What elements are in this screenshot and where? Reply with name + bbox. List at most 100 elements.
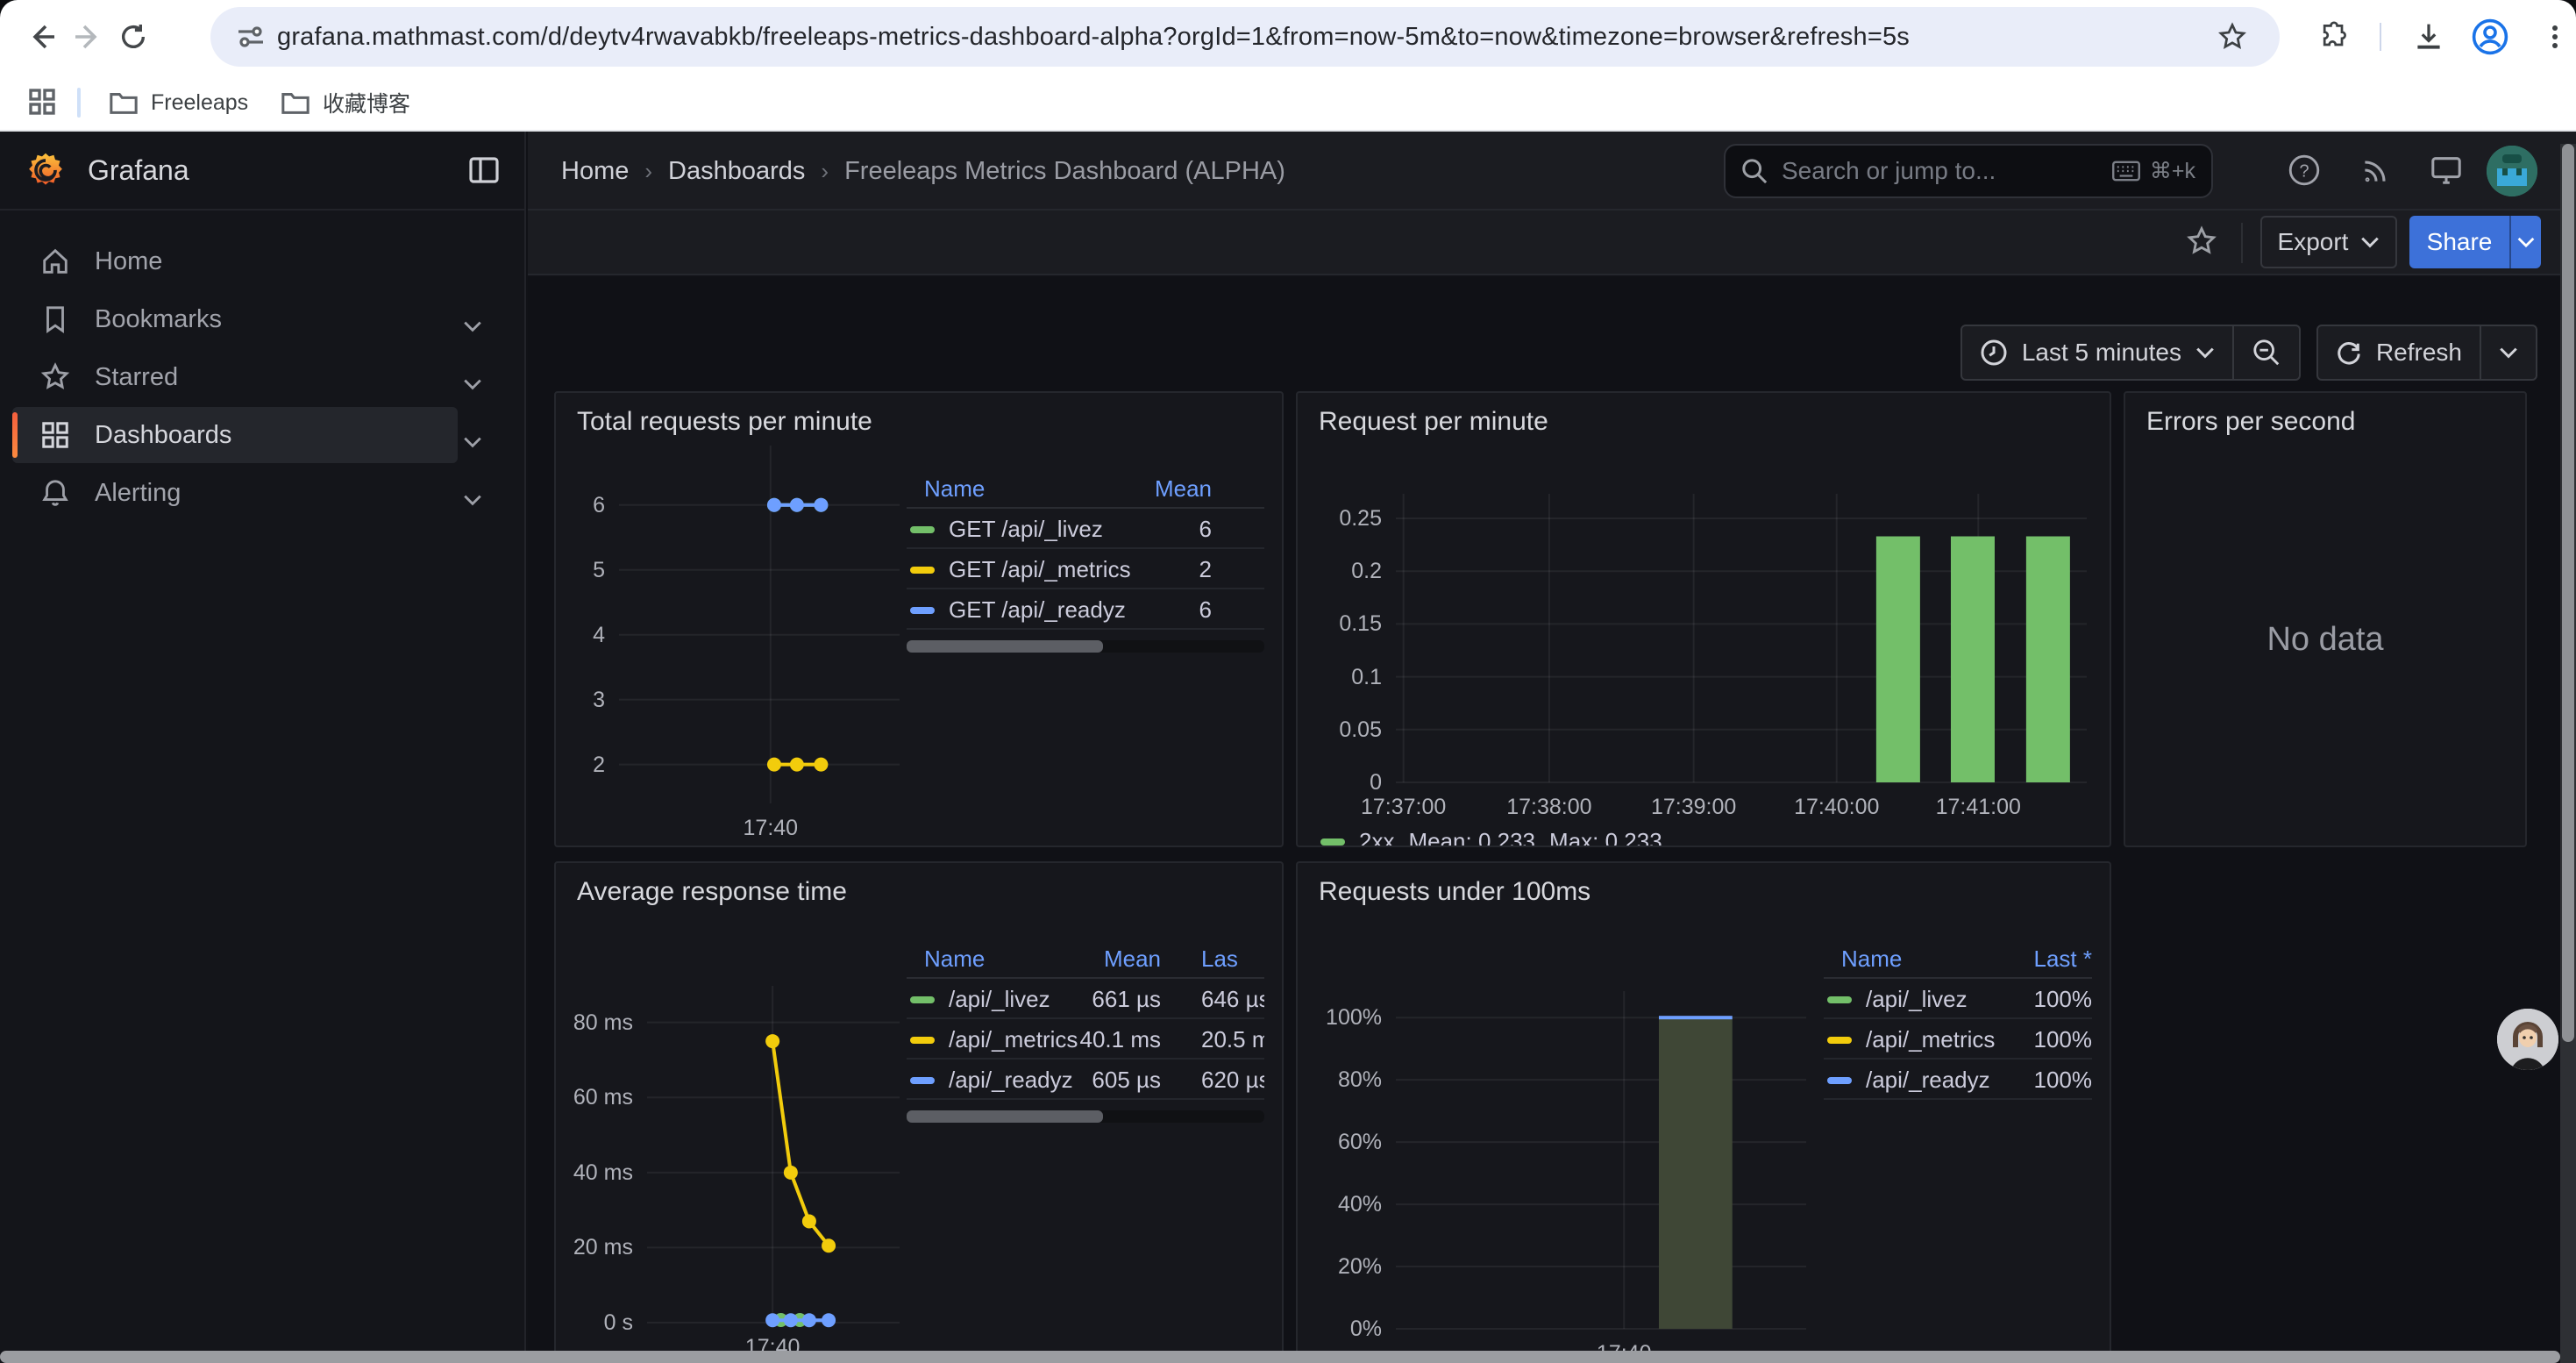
y-axis-tick-label: 2 xyxy=(556,753,605,778)
y-axis-tick-label: 0.25 xyxy=(1298,506,1382,532)
chart-plot-area[interactable] xyxy=(647,1000,900,1323)
sidebar-item-home[interactable]: Home xyxy=(12,233,458,289)
legend-scrollbar-thumb[interactable] xyxy=(907,640,1103,653)
chart-plot-area[interactable] xyxy=(1396,1005,1806,1329)
legend-row[interactable]: /api/_livez100% xyxy=(1824,979,2092,1019)
legend-row[interactable]: /api/_readyz100% xyxy=(1824,1060,2092,1100)
time-picker-group: Last 5 minutes xyxy=(1960,325,2301,381)
panel-title[interactable]: Errors per second xyxy=(2146,407,2355,437)
help-icon[interactable]: ? xyxy=(2287,153,2322,188)
download-icon[interactable] xyxy=(2408,16,2450,58)
profile-icon[interactable] xyxy=(2469,16,2511,58)
sidebar-item-alerting[interactable]: Alerting xyxy=(12,465,458,521)
legend-row[interactable]: /api/_readyz605 µs620 µs xyxy=(907,1060,1264,1100)
user-avatar[interactable] xyxy=(2487,146,2537,196)
legend-series-name: /api/_livez xyxy=(1866,986,1968,1013)
back-icon[interactable] xyxy=(21,16,63,58)
address-bar[interactable]: grafana.mathmast.com/d/deytv4rwavabkb/fr… xyxy=(210,7,2280,67)
chevron-down-icon xyxy=(2499,346,2518,359)
horizontal-scrollbar[interactable] xyxy=(0,1351,2560,1363)
chart-plot-area[interactable] xyxy=(619,460,900,803)
legend-row[interactable]: GET /api/_livez6 xyxy=(907,509,1264,549)
extensions-icon[interactable] xyxy=(2313,16,2355,58)
legend-column-header[interactable]: Last * xyxy=(2034,946,2093,973)
assistant-avatar-bubble[interactable] xyxy=(2497,1009,2558,1070)
legend-scrollbar-thumb[interactable] xyxy=(907,1110,1103,1123)
monitor-icon[interactable] xyxy=(2429,153,2464,188)
reload-icon[interactable] xyxy=(112,16,154,58)
chevron-down-icon[interactable] xyxy=(463,307,482,339)
vertical-scrollbar[interactable] xyxy=(2560,144,2576,1363)
svg-text:?: ? xyxy=(2299,162,2309,182)
legend-row[interactable]: GET /api/_readyz6 xyxy=(907,589,1264,630)
bell-icon xyxy=(40,478,70,508)
legend-series-name: GET /api/_livez xyxy=(949,516,1103,543)
time-range-picker[interactable]: Last 5 minutes xyxy=(1962,326,2232,379)
series-color-dash xyxy=(910,996,935,1003)
legend-row[interactable]: /api/_metrics100% xyxy=(1824,1019,2092,1060)
site-settings-icon[interactable] xyxy=(231,18,270,56)
menu-dots-icon[interactable] xyxy=(2534,16,2576,58)
y-axis-tick-label: 40% xyxy=(1298,1192,1382,1217)
sidebar-item-bookmarks[interactable]: Bookmarks xyxy=(12,291,458,347)
search-input[interactable]: Search or jump to... ⌘+k xyxy=(1724,144,2213,198)
series-color-dash xyxy=(1827,1037,1852,1044)
legend-column-header[interactable]: Las xyxy=(1201,946,1238,973)
x-axis-tick-label: 17:41:00 xyxy=(1908,795,2048,820)
bookmark-folder-blogs[interactable]: 收藏博客 xyxy=(267,81,424,125)
legend-item[interactable]: 2xxMean: 0.233Max: 0.233 xyxy=(1320,828,1662,847)
legend-series-name: /api/_readyz xyxy=(1866,1067,1990,1094)
star-icon xyxy=(40,362,70,392)
legend-scrollbar[interactable] xyxy=(907,640,1264,653)
legend-column-header[interactable]: Name xyxy=(924,946,985,973)
legend-scrollbar[interactable] xyxy=(907,1110,1264,1123)
export-button[interactable]: Export xyxy=(2260,216,2397,268)
apps-grid-icon[interactable] xyxy=(21,81,63,123)
top-navigation: Home›Dashboards›Freeleaps Metrics Dashbo… xyxy=(528,132,2576,211)
series-color-dash xyxy=(1320,838,1345,846)
sidebar-item-starred[interactable]: Starred xyxy=(12,349,458,405)
chart-plot-area[interactable] xyxy=(1396,508,2087,782)
chevron-down-icon[interactable] xyxy=(463,365,482,397)
grafana-logo-icon xyxy=(26,151,65,189)
legend-column-header[interactable]: Name xyxy=(924,475,985,503)
share-menu-caret[interactable] xyxy=(2509,216,2541,268)
legend-value: 100% xyxy=(2034,1026,2093,1053)
sidebar-item-dashboards[interactable]: Dashboards xyxy=(12,407,458,463)
refresh-button[interactable]: Refresh xyxy=(2318,326,2480,379)
chevron-down-icon[interactable] xyxy=(463,481,482,513)
legend-column-header[interactable]: Name xyxy=(1841,946,1902,973)
y-axis-tick-label: 100% xyxy=(1298,1005,1382,1031)
vertical-scrollbar-thumb[interactable] xyxy=(2562,144,2574,1042)
chevron-down-icon[interactable] xyxy=(463,423,482,455)
favorite-star-icon[interactable] xyxy=(2185,225,2218,258)
legend-row[interactable]: GET /api/_metrics2 xyxy=(907,549,1264,589)
refresh-interval-caret[interactable] xyxy=(2480,326,2536,379)
legend-row[interactable]: /api/_metrics40.1 ms20.5 ms xyxy=(907,1019,1264,1060)
bookmark-folder-label: Freeleaps xyxy=(151,90,248,116)
share-button[interactable]: Share xyxy=(2409,216,2509,268)
brand-home-link[interactable]: Grafana xyxy=(0,132,524,211)
dashboard-canvas: Last 5 minutes Refresh xyxy=(528,277,2576,1363)
news-rss-icon[interactable] xyxy=(2359,153,2394,188)
y-axis-tick-label: 0% xyxy=(1298,1317,1382,1342)
bookmark-star-icon[interactable] xyxy=(2213,18,2252,56)
y-axis-tick-label: 0.2 xyxy=(1298,559,1382,584)
sidebar-item-label: Bookmarks xyxy=(95,305,222,334)
legend-row[interactable]: /api/_livez661 µs646 µs xyxy=(907,979,1264,1019)
zoom-out-button[interactable] xyxy=(2232,326,2299,379)
sidebar-collapse-icon[interactable] xyxy=(468,154,500,186)
series-color-dash xyxy=(910,526,935,533)
bookmark-folder-freeleaps[interactable]: Freeleaps xyxy=(95,81,262,125)
legend-column-header[interactable]: Mean xyxy=(1155,475,1212,503)
legend-series-name: /api/_livez xyxy=(949,986,1050,1013)
breadcrumb-item[interactable]: Home xyxy=(561,157,629,186)
legend-column-header[interactable]: Mean xyxy=(1104,946,1161,973)
legend-value: 605 µs xyxy=(1092,1067,1161,1094)
panel-total-requests: Total requests per minute 6543217:40 Nam… xyxy=(554,391,1284,847)
url-text[interactable]: grafana.mathmast.com/d/deytv4rwavabkb/fr… xyxy=(277,23,2280,52)
toolbar-separator xyxy=(2241,223,2243,263)
forward-icon[interactable] xyxy=(67,16,109,58)
sidebar-item-label: Starred xyxy=(95,363,178,392)
breadcrumb-item[interactable]: Dashboards xyxy=(668,157,805,186)
